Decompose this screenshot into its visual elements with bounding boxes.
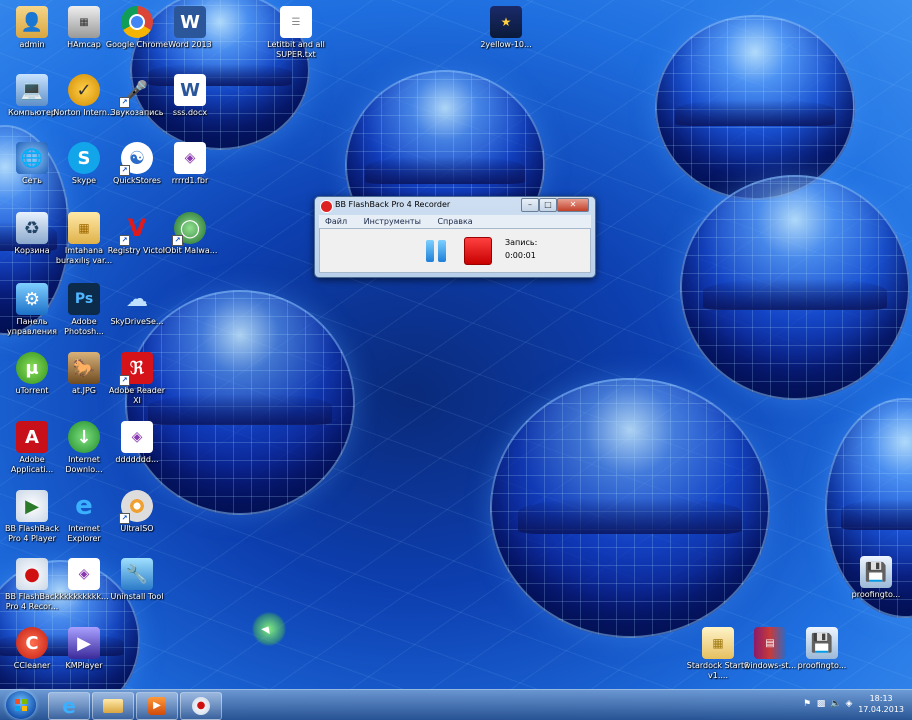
folder-icon: ▦ — [702, 627, 734, 659]
taskbar: e ▶ ● ⚑ ▩ 🔈 ◈ 18:13 17.04.2013 — [0, 689, 912, 720]
wallpaper-sphere — [655, 15, 855, 200]
winrar-icon: ▤ — [754, 627, 786, 659]
shortcut-arrow-icon: ↗ — [119, 97, 130, 108]
fbr-file-icon: ◈ — [121, 421, 153, 453]
desktop-icon-rrrrd1-fbr[interactable]: ◈ rrrrd1.fbr — [158, 142, 222, 186]
word-doc-icon: W — [174, 74, 206, 106]
window-titlebar[interactable]: BB FlashBack Pro 4 Recorder – □ ✕ — [315, 197, 595, 214]
clock-date: 17.04.2013 — [858, 705, 904, 714]
skydrive-icon: ☁ — [126, 286, 148, 312]
minimize-button[interactable]: – — [521, 198, 539, 212]
recycle-bin-icon: ♻ — [16, 212, 48, 244]
shortcut-arrow-icon: ↗ — [119, 235, 130, 246]
jpg-file-icon: 🐎 — [68, 352, 100, 384]
uninstall-tool-icon: 🔧 — [121, 558, 153, 590]
hamcap-icon: ▦ — [68, 6, 100, 38]
wallpaper-sphere — [680, 175, 910, 400]
skype-icon: S — [68, 142, 100, 174]
stop-button[interactable] — [464, 237, 492, 265]
shortcut-arrow-icon: ↗ — [119, 375, 130, 386]
desktop-icon-word-2013[interactable]: W Word 2013 — [158, 6, 222, 50]
folder-icon: ▦ — [68, 212, 100, 244]
text-file-icon: ☰ — [280, 6, 312, 38]
network-tray-icon[interactable]: ▩ — [816, 699, 826, 709]
pause-button[interactable] — [422, 237, 450, 265]
desktop-icon-proofingtools-bottom[interactable]: 💾 proofingto... — [790, 627, 854, 671]
explorer-folder-icon — [103, 699, 123, 713]
norton-icon: ✓ — [68, 74, 100, 106]
desktop-icon-skydrive[interactable]: ☁ SkyDriveSe... — [105, 283, 169, 327]
installer-icon: 💾 — [806, 627, 838, 659]
taskbar-explorer[interactable] — [92, 692, 134, 720]
control-panel-icon: ⚙ — [16, 283, 48, 315]
close-button[interactable]: ✕ — [557, 198, 589, 212]
shortcut-arrow-icon: ↗ — [172, 235, 183, 246]
desktop-icon-ultraiso[interactable]: ↗ UltraISO — [105, 490, 169, 534]
flashback-recorder-window[interactable]: BB FlashBack Pro 4 Recorder – □ ✕ Файл И… — [314, 196, 596, 278]
taskbar-internet-explorer[interactable]: e — [48, 692, 90, 720]
flashback-recorder-icon: ● — [16, 558, 48, 590]
installer-icon: 💾 — [860, 556, 892, 588]
computer-icon: 💻 — [16, 74, 48, 106]
adobe-reader-icon: ℜ ↗ — [119, 352, 153, 386]
desktop-icon-letitbit-txt[interactable]: ☰ Letitbit and all SUPER.txt — [264, 6, 328, 60]
menu-tools[interactable]: Инструменты — [364, 217, 421, 226]
menu-bar: Файл Инструменты Справка — [319, 215, 591, 228]
notification-flag-icon[interactable]: ⚑ — [802, 699, 812, 709]
fbr-file-icon: ◈ — [174, 142, 206, 174]
record-elapsed-time: 0:00:01 — [505, 251, 536, 260]
desktop-icon-kmplayer[interactable]: ▶ KMPlayer — [52, 627, 116, 671]
registry-icon: V ↗ — [119, 212, 153, 246]
system-clock[interactable]: 18:13 17.04.2013 — [858, 693, 904, 715]
kmplayer-icon: ▶ — [68, 627, 100, 659]
window-title: BB FlashBack Pro 4 Recorder — [335, 200, 451, 209]
flashback-recorder-icon: ● — [192, 697, 210, 715]
quickstores-icon: ☯ ↗ — [119, 142, 153, 176]
desktop-icon-adobe-reader[interactable]: ℜ ↗ Adobe Reader XI — [105, 352, 169, 406]
recorder-app-icon — [320, 200, 333, 213]
pause-icon-bar — [426, 240, 434, 262]
windows-logo-icon — [15, 699, 27, 711]
start-button[interactable] — [6, 691, 36, 719]
taskbar-flashback-recorder[interactable]: ● — [180, 692, 222, 720]
wallpaper-sphere — [490, 378, 770, 638]
record-label: Запись: — [505, 238, 538, 247]
language-tray-icon[interactable]: ◈ — [844, 699, 854, 709]
menu-help[interactable]: Справка — [437, 217, 472, 226]
utorrent-icon: μ — [16, 352, 48, 384]
ccleaner-icon: C — [16, 627, 48, 659]
ie-icon: e — [75, 491, 93, 521]
clock-time: 18:13 — [869, 694, 893, 703]
desktop-icon-proofingtools-right[interactable]: 💾 proofingto... — [844, 556, 908, 600]
desktop-icon-iobit-malware[interactable]: ◯ ↗ IObit Malwa... — [158, 212, 222, 256]
pause-icon-bar — [438, 240, 446, 262]
user-folder-icon: 👤 — [16, 6, 48, 38]
adobe-app-icon: A — [16, 421, 48, 453]
shortcut-arrow-icon: ↗ — [119, 165, 130, 176]
network-icon: 🌐 — [16, 142, 48, 174]
desktop-icon-ddddd-file[interactable]: ◈ ddddddd... — [105, 421, 169, 465]
desktop-icon-uninstall-tool[interactable]: 🔧 Uninstall Tool — [105, 558, 169, 602]
volume-icon[interactable]: 🔈 — [830, 699, 841, 709]
taskbar-media-player[interactable]: ▶ — [136, 692, 178, 720]
fbr-file-icon: ◈ — [68, 558, 100, 590]
desktop-icon-sss-docx[interactable]: W sss.docx — [158, 74, 222, 118]
internet-explorer-icon: e — [62, 694, 76, 718]
microphone-icon: 🎤 ↗ — [119, 74, 153, 108]
recorder-controls: Запись: 0:00:01 — [319, 228, 591, 273]
iobit-icon: ◯ ↗ — [172, 212, 206, 246]
shortcut-arrow-icon: ↗ — [119, 513, 130, 524]
flashback-player-icon: ▶ — [16, 490, 48, 522]
desktop-icon-2yellow-image[interactable]: ★ 2yellow-10... — [474, 6, 538, 50]
media-player-icon: ▶ — [148, 697, 166, 715]
maximize-button[interactable]: □ — [539, 198, 557, 212]
idm-icon: ↓ — [68, 421, 100, 453]
menu-file[interactable]: Файл — [325, 217, 347, 226]
photoshop-icon: Ps — [68, 283, 100, 315]
image-file-icon: ★ — [490, 6, 522, 38]
desktop: 👤 admin 💻 Компьютер 🌐 Сеть ♻ Корзина ⚙ П… — [0, 0, 912, 690]
ultraiso-icon: ↗ — [119, 490, 153, 524]
word-icon: W — [174, 6, 206, 38]
chrome-icon — [121, 6, 153, 38]
